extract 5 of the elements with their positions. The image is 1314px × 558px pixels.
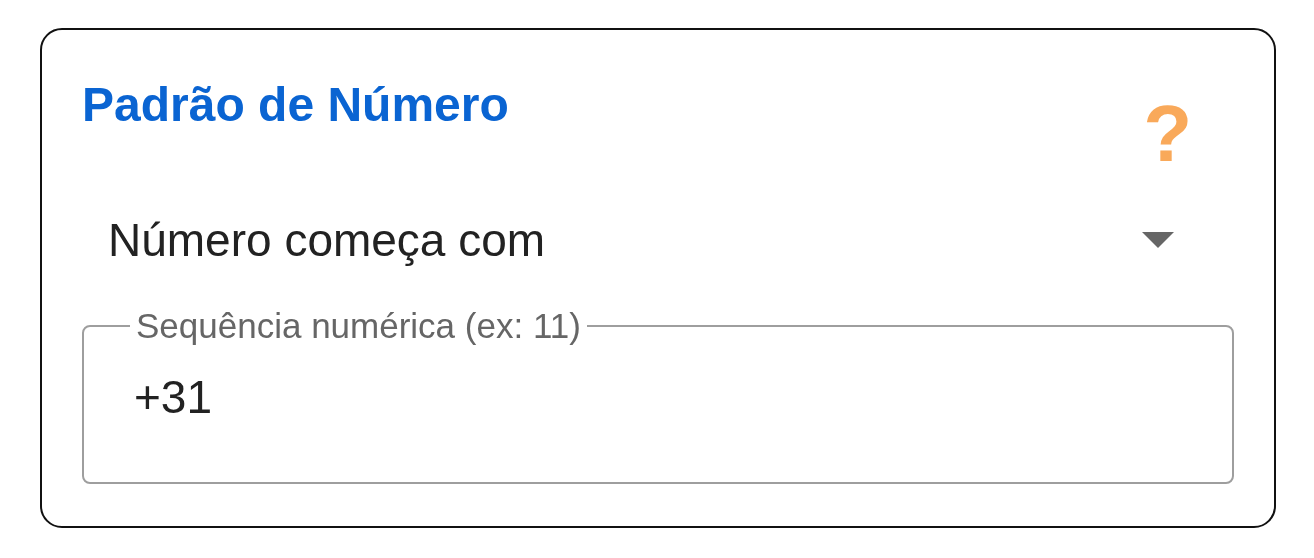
field-value: +31 — [134, 371, 213, 424]
caret-icon — [1142, 232, 1174, 248]
select-field[interactable]: Número começa com — [108, 180, 1174, 300]
section-title: Padrão de Número — [82, 77, 509, 133]
field-label: Sequência numérica (ex: 11) — [135, 308, 582, 343]
